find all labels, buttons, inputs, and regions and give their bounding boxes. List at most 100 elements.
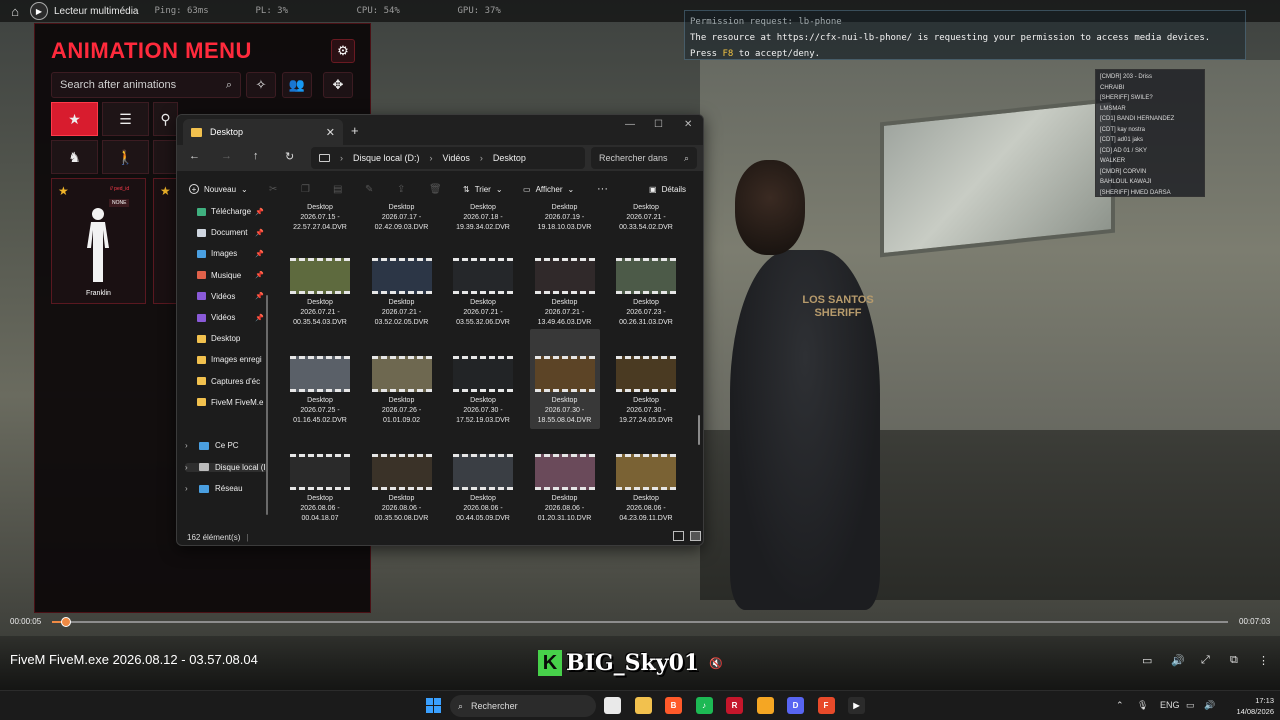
copy-icon[interactable]: ❐: [301, 184, 310, 195]
mini-player-icon[interactable]: ⧉: [1230, 654, 1238, 667]
seek-bar[interactable]: [52, 617, 1228, 627]
video-file[interactable]: Desktop 2026.08.06 - 04.23.09.11.DVR: [611, 454, 681, 524]
favorite-star-icon[interactable]: ★: [58, 184, 69, 198]
show-hidden-icons-icon[interactable]: ⌃: [1116, 700, 1124, 711]
refresh-icon[interactable]: ↻: [285, 150, 294, 163]
video-file[interactable]: Desktop 2026.07.15 - 22.57.27.04.DVR: [285, 203, 355, 233]
list-category-icon[interactable]: ☰: [102, 102, 149, 136]
forward-arrow-icon[interactable]: →: [221, 150, 232, 162]
tree-item[interactable]: › Disque local (I: [185, 462, 267, 472]
fullscreen-icon[interactable]: ⤢: [1201, 654, 1210, 667]
brave-icon[interactable]: B: [665, 697, 682, 714]
quick-access-item[interactable]: Desktop: [197, 334, 267, 343]
quick-access-item[interactable]: FiveM FiveM.e: [197, 398, 267, 407]
animation-search-input[interactable]: Search after animations ⌕: [51, 72, 241, 98]
quick-access-item[interactable]: Vidéos 📌: [197, 292, 267, 301]
new-tab-icon[interactable]: +: [351, 123, 359, 138]
quick-access-item[interactable]: Images enregi: [197, 355, 267, 364]
breadcrumb-videos[interactable]: Vidéos: [443, 153, 470, 163]
share-icon[interactable]: ⇪: [397, 184, 405, 195]
volume-icon[interactable]: 🔊: [1171, 654, 1185, 667]
quick-access-item[interactable]: Captures d'éc: [197, 377, 267, 386]
dog-category-icon[interactable]: ♞: [51, 140, 98, 174]
media-player-icon[interactable]: ▶: [848, 697, 865, 714]
large-icons-view-icon[interactable]: [690, 531, 701, 541]
video-file[interactable]: Desktop 2026.07.21 - 00.33.54.02.DVR: [611, 203, 681, 233]
video-file[interactable]: Desktop 2026.07.21 - 03.52.02.05.DVR: [367, 258, 437, 328]
video-file[interactable]: Desktop 2026.08.06 - 01.20.31.10.DVR: [530, 454, 600, 524]
paste-icon[interactable]: ▤: [333, 184, 342, 195]
new-button[interactable]: + Nouveau ⌄: [189, 184, 248, 194]
taskbar-search[interactable]: ⌕ Rechercher: [450, 695, 596, 717]
video-file[interactable]: Desktop 2026.07.30 - 19.27.24.05.DVR: [611, 356, 681, 426]
explorer-search-input[interactable]: Rechercher dans ⌕: [591, 147, 697, 169]
video-file[interactable]: Desktop 2026.07.21 - 00.35.54.03.DVR: [285, 258, 355, 328]
tab-close-icon[interactable]: ✕: [326, 126, 335, 139]
video-file[interactable]: Desktop 2026.07.23 - 00.26.31.03.DVR: [611, 258, 681, 328]
chevron-right-icon[interactable]: ›: [185, 441, 193, 450]
video-file[interactable]: Desktop 2026.07.30 - 18.55.08.04.DVR: [529, 329, 600, 429]
system-clock[interactable]: 17:13 14/08/2026: [1222, 695, 1274, 717]
content-scrollbar[interactable]: [698, 415, 700, 445]
quick-access-item[interactable]: Musique 📌: [197, 271, 267, 280]
tab-desktop[interactable]: Desktop ✕: [183, 119, 343, 145]
details-button[interactable]: ▣ Détails: [649, 185, 686, 194]
windows-start-icon[interactable]: [426, 698, 441, 713]
video-file[interactable]: Desktop 2026.07.21 - 03.55.32.06.DVR: [448, 258, 518, 328]
back-arrow-icon[interactable]: ←: [189, 150, 200, 162]
details-view-icon[interactable]: [673, 531, 684, 541]
close-window-icon[interactable]: ✕: [684, 119, 692, 130]
category-icon[interactable]: [153, 140, 178, 174]
favorites-category-star-icon[interactable]: ★: [51, 102, 98, 136]
tree-item[interactable]: › Réseau: [185, 484, 267, 493]
view-button[interactable]: ▭ Afficher ⌄: [523, 185, 574, 194]
navigation-scrollbar[interactable]: [266, 295, 268, 515]
rockstar-icon[interactable]: R: [726, 697, 743, 714]
file-explorer-icon[interactable]: [604, 697, 621, 714]
delete-icon[interactable]: 🗑: [429, 184, 442, 195]
mute-icon[interactable]: 🔇: [709, 657, 723, 670]
discord-icon[interactable]: D: [787, 697, 804, 714]
folder-icon[interactable]: [634, 697, 652, 714]
maximize-icon[interactable]: ☐: [654, 119, 663, 130]
input-language[interactable]: ENG: [1160, 700, 1180, 710]
app-icon[interactable]: [756, 697, 774, 714]
settings-gear-icon[interactable]: ⚙: [331, 39, 355, 63]
video-file[interactable]: Desktop 2026.08.06 - 00.35.50.08.DVR: [367, 454, 437, 524]
quick-access-item[interactable]: Télécharge 📌: [197, 207, 267, 216]
spotify-icon[interactable]: ♪: [695, 697, 713, 714]
home-icon[interactable]: ⌂: [0, 0, 30, 22]
video-file[interactable]: Desktop 2026.07.21 - 13.49.46.03.DVR: [530, 258, 600, 328]
walk-style-icon[interactable]: ✧: [246, 72, 276, 98]
quick-access-item[interactable]: Vidéos 📌: [197, 313, 267, 322]
fivem-icon[interactable]: F: [817, 697, 835, 714]
quick-access-item[interactable]: Images 📌: [197, 249, 267, 258]
up-arrow-icon[interactable]: ↑: [253, 150, 259, 162]
quick-access-item[interactable]: Document 📌: [197, 228, 267, 237]
chevron-right-icon[interactable]: ›: [185, 484, 193, 493]
chevron-right-icon[interactable]: ›: [185, 463, 193, 472]
video-file[interactable]: Desktop 2026.07.19 - 19.18.10.03.DVR: [530, 203, 600, 233]
more-icon[interactable]: ⋮: [1258, 654, 1269, 667]
cut-icon[interactable]: ✂: [269, 184, 277, 195]
breadcrumb-drive[interactable]: Disque local (D:): [353, 153, 420, 163]
category-icon[interactable]: ⚲: [153, 102, 178, 136]
tree-item[interactable]: › Ce PC: [185, 441, 267, 450]
video-file[interactable]: Desktop 2026.08.06 - 00.44.05.09.DVR: [448, 454, 518, 524]
microphone-icon[interactable]: 🎙: [1137, 700, 1148, 711]
video-file[interactable]: Desktop 2026.07.26 - 01.01.09.02: [367, 356, 437, 426]
rename-icon[interactable]: ✎: [365, 184, 373, 195]
minimize-icon[interactable]: —: [625, 119, 635, 130]
ped-card[interactable]: ★ // ped_id NONE Franklin: [51, 178, 146, 304]
speaker-icon[interactable]: 🔊: [1204, 700, 1215, 711]
favorite-star-icon[interactable]: ★: [160, 184, 171, 198]
subtitles-icon[interactable]: ▭: [1142, 654, 1152, 667]
network-icon[interactable]: ▭: [1186, 700, 1195, 711]
video-file[interactable]: Desktop 2026.07.18 - 19.39.34.02.DVR: [448, 203, 518, 233]
breadcrumb-desktop[interactable]: Desktop: [493, 153, 526, 163]
shared-animations-icon[interactable]: 👥: [282, 72, 312, 98]
more-options-icon[interactable]: ···: [597, 183, 608, 195]
sort-button[interactable]: ⇅ Trier ⌄: [463, 185, 503, 194]
address-bar[interactable]: › Disque local (D:) › Vidéos › Desktop: [311, 147, 585, 169]
video-file[interactable]: Desktop 2026.08.06 - 00.04.18.07: [285, 454, 355, 524]
